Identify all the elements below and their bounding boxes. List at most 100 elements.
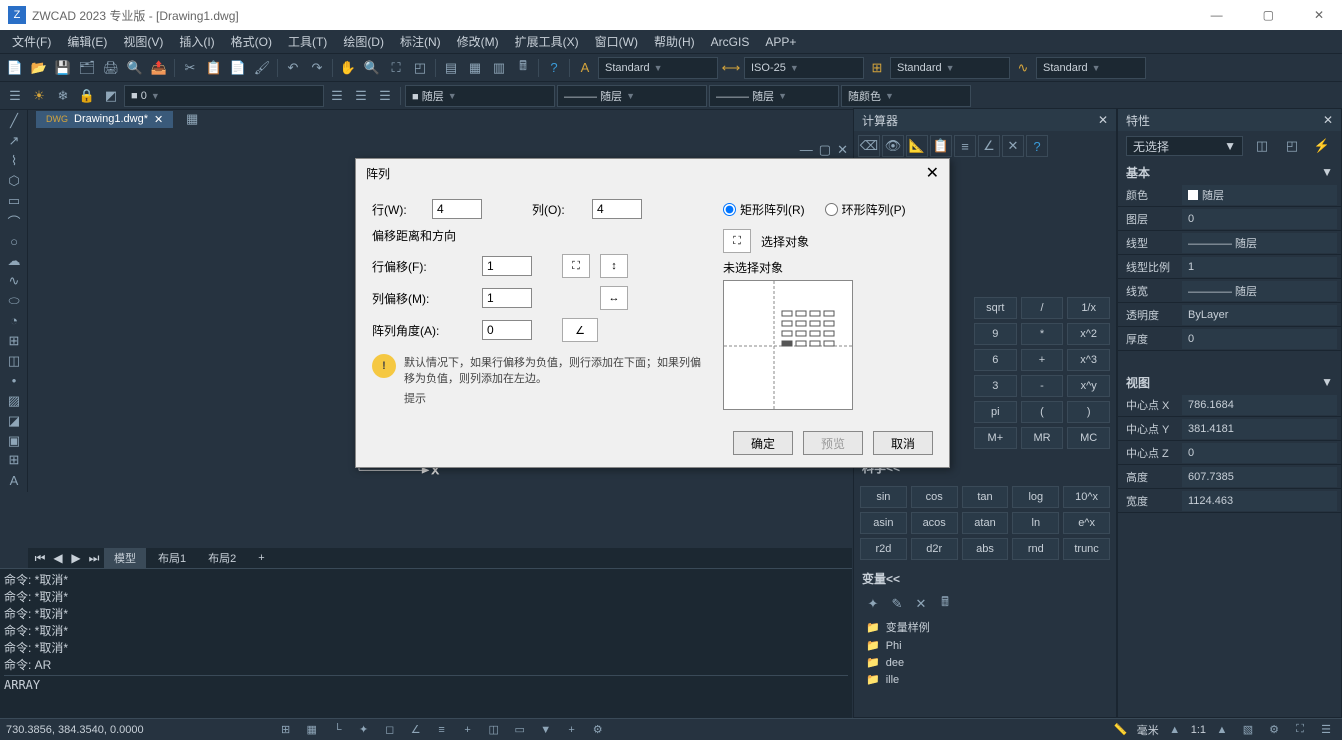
hatch-icon[interactable]: ▨ <box>2 391 26 410</box>
maximize-button[interactable]: ▢ <box>1253 4 1284 26</box>
mlstyle-dropdown[interactable]: Standard▼ <box>1036 57 1146 79</box>
menu-edit[interactable]: 编辑(E) <box>59 29 115 54</box>
menu-arcgis[interactable]: ArcGIS <box>703 31 758 53</box>
layout-last-icon[interactable]: ⏭ <box>86 551 102 566</box>
calc-paste-icon[interactable]: 📋 <box>930 135 952 157</box>
plotcolor-dropdown[interactable]: 随颜色▼ <box>841 85 971 107</box>
var-item[interactable]: 📁变量样例 <box>854 617 1116 637</box>
textstyle-dropdown[interactable]: Standard▼ <box>598 57 718 79</box>
color-sw-icon[interactable]: ◩ <box>100 85 122 107</box>
calc-pick-icon[interactable]: 📐 <box>906 135 928 157</box>
pline-icon[interactable]: ⌇ <box>2 152 26 171</box>
layout-next-icon[interactable]: ▶ <box>68 551 84 565</box>
dimstyle-dropdown[interactable]: ISO-25▼ <box>744 57 864 79</box>
gradient-icon[interactable]: ◪ <box>2 411 26 430</box>
calc-btn[interactable]: sin <box>860 486 907 508</box>
full-icon[interactable]: ⛶ <box>1290 721 1310 739</box>
menu-file[interactable]: 文件(F) <box>4 29 59 54</box>
dynm-icon[interactable]: + <box>458 721 478 739</box>
calc-clear-icon[interactable]: ⌫ <box>858 135 880 157</box>
unit-icon[interactable]: 📏 <box>1111 721 1131 739</box>
point-icon[interactable]: • <box>2 371 26 390</box>
calc-btn[interactable]: MR <box>1021 427 1064 449</box>
calc-btn[interactable]: ln <box>1012 512 1059 534</box>
undo-icon[interactable]: ↶ <box>282 57 304 79</box>
table-icon[interactable]: ⊞ <box>2 451 26 470</box>
ortho-icon[interactable]: └ <box>328 721 348 739</box>
calc-btn[interactable]: 6 <box>974 349 1017 371</box>
calc-btn[interactable]: x^2 <box>1067 323 1110 345</box>
color-dropdown[interactable]: ■ 随层▼ <box>405 85 555 107</box>
menu-help[interactable]: 帮助(H) <box>646 29 703 54</box>
ok-button[interactable]: 确定 <box>733 431 793 455</box>
angle-input[interactable] <box>482 320 532 340</box>
tablestyle-dropdown[interactable]: Standard▼ <box>890 57 1010 79</box>
calc-btn[interactable]: MC <box>1067 427 1110 449</box>
cut-icon[interactable]: ✂ <box>179 57 201 79</box>
calc-btn[interactable]: acos <box>911 512 958 534</box>
prop-value[interactable]: 0 <box>1182 329 1337 349</box>
new-icon[interactable]: 📄 <box>4 57 26 79</box>
menu-insert[interactable]: 插入(I) <box>171 29 222 54</box>
lock-icon[interactable]: 🔒 <box>76 85 98 107</box>
pick-col-button[interactable]: ↔ <box>600 286 628 310</box>
menu-draw[interactable]: 绘图(D) <box>335 29 392 54</box>
selection-dropdown[interactable]: 无选择▼ <box>1126 136 1243 156</box>
saveall-icon[interactable]: 🗂 <box>76 57 98 79</box>
gear-icon[interactable]: ⚙ <box>1264 721 1284 739</box>
properties-close-icon[interactable]: ✕ <box>1323 113 1333 127</box>
linetype-dropdown[interactable]: ——— 随层▼ <box>557 85 707 107</box>
menu-tools[interactable]: 工具(T) <box>280 29 335 54</box>
layer-dropdown[interactable]: ■ 0▼ <box>124 85 324 107</box>
lineweight-dropdown[interactable]: ——— 随层▼ <box>709 85 839 107</box>
zoom-icon[interactable]: 🔍 <box>361 57 383 79</box>
doc-max-button[interactable]: ▢ <box>819 142 831 158</box>
osnap-icon[interactable]: ◻ <box>380 721 400 739</box>
layout-model-tab[interactable]: 模型 <box>104 548 146 568</box>
calc-btn[interactable]: x^3 <box>1067 349 1110 371</box>
calc-btn[interactable]: - <box>1021 375 1064 397</box>
prop-value[interactable]: 786.1684 <box>1182 395 1337 415</box>
clean-icon[interactable]: ☰ <box>1316 721 1336 739</box>
pick-both-button[interactable]: ⛶ <box>562 254 590 278</box>
calc-vars-header[interactable]: 变量<< <box>854 566 1116 591</box>
calc-x-icon[interactable]: ✕ <box>1002 135 1024 157</box>
publish-icon[interactable]: 📤 <box>148 57 170 79</box>
prop-value[interactable]: 随层 <box>1182 185 1337 205</box>
calc-btn[interactable]: + <box>1021 349 1064 371</box>
rows-input[interactable] <box>432 199 482 219</box>
xline-icon[interactable]: ↗ <box>2 132 26 151</box>
menu-ext[interactable]: 扩展工具(X) <box>507 29 587 54</box>
calc-btn[interactable]: atan <box>962 512 1009 534</box>
props-view-header[interactable]: 视图 <box>1126 374 1150 391</box>
model-icon[interactable]: ▭ <box>510 721 530 739</box>
layout-1-tab[interactable]: 布局1 <box>148 548 196 568</box>
copy-icon[interactable]: 📋 <box>203 57 225 79</box>
calc-btn[interactable]: trunc <box>1063 538 1110 560</box>
block-icon[interactable]: ◫ <box>2 351 26 370</box>
calc-btn[interactable]: 3 <box>974 375 1017 397</box>
collapse-icon[interactable]: ▼ <box>1321 165 1333 179</box>
match-icon[interactable]: 🖌 <box>251 57 273 79</box>
select-obj-icon[interactable]: ◰ <box>1281 135 1303 157</box>
mtext-icon[interactable]: A <box>2 471 26 490</box>
iso-icon[interactable]: ▧ <box>1238 721 1258 739</box>
scale-icon[interactable]: ▲ <box>1165 721 1185 739</box>
layermerge-icon[interactable]: ☰ <box>374 85 396 107</box>
arc-icon[interactable]: ⌒ <box>2 212 26 231</box>
annot-icon[interactable]: ▼ <box>536 721 556 739</box>
grid-icon[interactable]: ▦ <box>302 721 322 739</box>
table-icon[interactable]: ⊞ <box>866 57 888 79</box>
calc-btn[interactable]: log <box>1012 486 1059 508</box>
open-icon[interactable]: 📂 <box>28 57 50 79</box>
prop-value[interactable]: 607.7385 <box>1182 467 1337 487</box>
layeriso-icon[interactable]: ☰ <box>350 85 372 107</box>
collapse-icon[interactable]: ▼ <box>1321 375 1333 389</box>
region-icon[interactable]: ▣ <box>2 431 26 450</box>
dim-icon[interactable]: ⟷ <box>720 57 742 79</box>
prop-value[interactable]: ———— 随层 <box>1182 233 1337 253</box>
calc-btn[interactable]: M+ <box>974 427 1017 449</box>
sun-icon[interactable]: ☀ <box>28 85 50 107</box>
col-offset-input[interactable] <box>482 288 532 308</box>
rect-array-radio[interactable]: 矩形阵列(R) <box>723 201 805 218</box>
